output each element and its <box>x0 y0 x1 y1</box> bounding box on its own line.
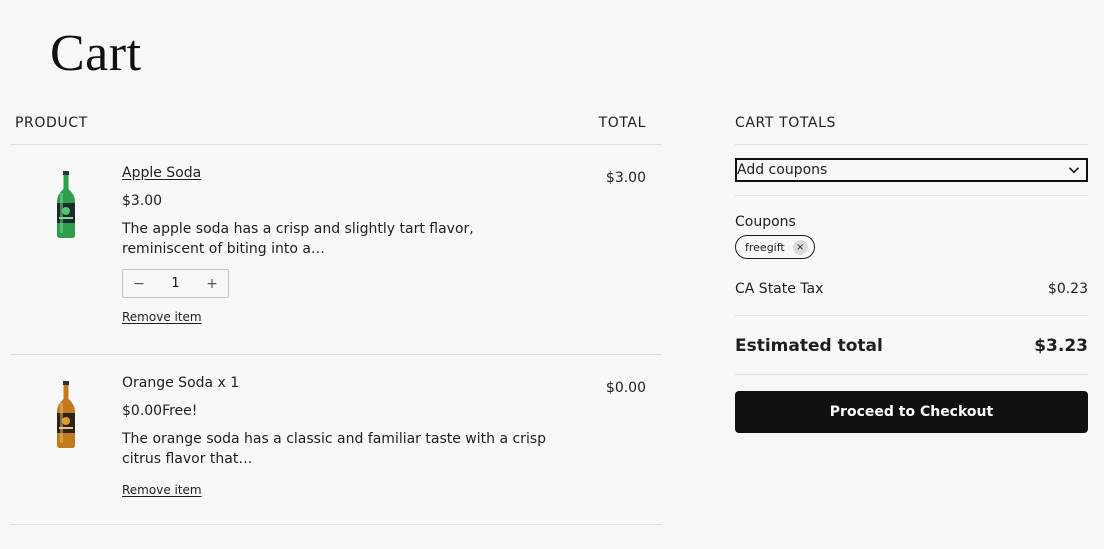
item-name-link[interactable]: Apple Soda <box>122 165 552 181</box>
decrease-quantity-button[interactable]: − <box>133 276 145 292</box>
apple-soda-bottle-image[interactable] <box>54 171 78 239</box>
total-column-header: TOTAL <box>598 115 646 131</box>
cart-totals-panel: CART TOTALS Add coupons Coupons freegift… <box>735 110 1088 433</box>
cart-item-row: Apple Soda $3.00 The apple soda has a cr… <box>10 145 662 355</box>
line-total: $0.00 <box>605 380 646 396</box>
quantity-input[interactable]: 1 <box>171 276 179 291</box>
page-title: Cart <box>50 25 142 82</box>
tax-value: $0.23 <box>1047 281 1088 297</box>
estimated-total-row: Estimated total $3.23 <box>735 316 1088 375</box>
product-column-header: PRODUCT <box>15 115 88 131</box>
coupon-chip: freegift × <box>735 235 815 259</box>
remove-coupon-button[interactable]: × <box>792 239 808 255</box>
estimated-total-label: Estimated total <box>735 336 883 356</box>
tax-label: CA State Tax <box>735 281 824 297</box>
item-name: Orange Soda x 1 <box>122 375 240 391</box>
add-coupons-label: Add coupons <box>737 162 828 178</box>
proceed-to-checkout-button[interactable]: Proceed to Checkout <box>735 391 1088 433</box>
add-coupons-toggle[interactable]: Add coupons <box>735 158 1088 182</box>
cart-items-table: PRODUCT TOTAL Apple Soda $3.00 The apple… <box>10 110 662 525</box>
quantity-stepper: − 1 + <box>122 269 229 298</box>
remove-item-link[interactable]: Remove item <box>122 483 202 497</box>
remove-item-link[interactable]: Remove item <box>122 310 202 324</box>
item-price: $0.00Free! <box>122 403 198 419</box>
orange-soda-bottle-image <box>57 381 75 448</box>
increase-quantity-button[interactable]: + <box>206 276 218 292</box>
chevron-down-icon <box>1068 167 1080 174</box>
cart-item-row: Orange Soda x 1 $0.00Free! The orange so… <box>10 355 662 525</box>
cart-totals-heading: CART TOTALS <box>735 110 1088 145</box>
line-total: $3.00 <box>605 170 646 186</box>
estimated-total-value: $3.23 <box>1034 336 1088 356</box>
item-details: Orange Soda x 1 $0.00Free! The orange so… <box>122 375 552 498</box>
applied-coupons: Coupons freegift × <box>735 196 1088 259</box>
table-header: PRODUCT TOTAL <box>10 110 662 145</box>
item-description: The orange soda has a classic and famili… <box>122 431 547 467</box>
tax-row: CA State Tax $0.23 <box>735 259 1088 316</box>
coupon-code: freegift <box>745 240 785 254</box>
coupons-label: Coupons <box>735 214 796 230</box>
item-description: The apple soda has a crisp and slightly … <box>122 221 474 257</box>
item-price: $3.00 <box>122 193 163 209</box>
item-details: Apple Soda $3.00 The apple soda has a cr… <box>122 165 552 325</box>
